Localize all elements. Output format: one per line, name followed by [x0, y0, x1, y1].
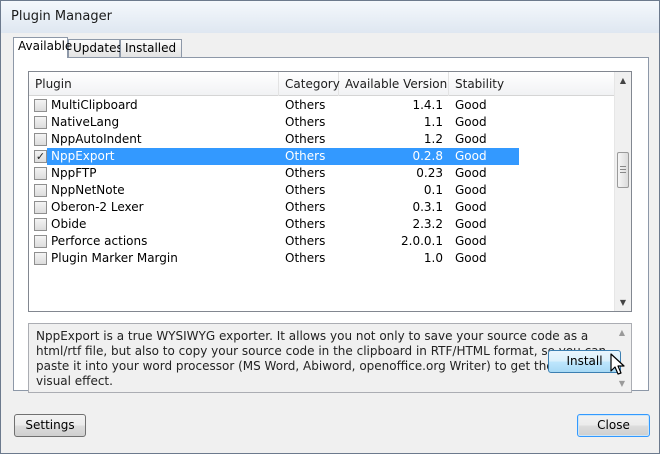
- plugin-stability-cell: Good: [455, 234, 487, 248]
- plugin-version-cell: 1.0: [423, 251, 443, 265]
- plugin-checkbox[interactable]: [34, 235, 47, 248]
- plugin-version-cell: 0.3.1: [412, 200, 443, 214]
- plugin-name-cell: NppFTP: [51, 166, 97, 180]
- plugin-version-cell: 1.1: [423, 115, 443, 129]
- title-bar[interactable]: Plugin Manager: [1, 1, 659, 33]
- plugin-rows: MultiClipboard Others 1.4.1 Good NativeLang O…: [29, 97, 619, 267]
- plugin-version-cell: 2.0.0.1: [401, 234, 443, 248]
- table-row[interactable]: ✓ NppExport Others 0.2.8 Good: [29, 148, 619, 165]
- table-row[interactable]: Perforce actions Others 2.0.0.1 Good: [29, 233, 619, 250]
- mouse-pointer-icon: [610, 353, 625, 375]
- plugin-name-cell: MultiClipboard: [51, 98, 138, 112]
- table-row[interactable]: NppFTP Others 0.23 Good: [29, 165, 619, 182]
- plugin-checkbox[interactable]: [34, 99, 47, 112]
- plugin-version-cell: 2.3.2: [412, 217, 443, 231]
- plugin-category-cell: Others: [285, 115, 326, 129]
- plugin-stability-cell: Good: [455, 183, 487, 197]
- plugin-category-cell: Others: [285, 234, 326, 248]
- plugin-name-cell: NppAutoIndent: [51, 132, 142, 146]
- table-row[interactable]: Oberon-2 Lexer Others 0.3.1 Good: [29, 199, 619, 216]
- scroll-up-arrow-icon[interactable]: ▲: [614, 324, 630, 341]
- available-tab-panel: Plugin Category Available Version Stabil…: [13, 57, 649, 393]
- window-title: Plugin Manager: [11, 9, 112, 24]
- tab-available[interactable]: Available: [13, 37, 72, 58]
- plugin-name-cell: Obide: [51, 217, 87, 231]
- plugin-checkbox[interactable]: [34, 167, 47, 180]
- plugin-version-cell: 1.4.1: [412, 98, 443, 112]
- row-selection-highlight: [47, 148, 519, 165]
- plugin-checkbox[interactable]: [34, 184, 47, 197]
- plugin-name-cell: Oberon-2 Lexer: [51, 200, 144, 214]
- plugin-category-cell: Others: [285, 132, 326, 146]
- column-header-category[interactable]: Category: [279, 72, 340, 96]
- table-row[interactable]: Plugin Marker Margin Others 1.0 Good: [29, 250, 619, 267]
- thumb-grip-line: [620, 169, 626, 170]
- plugin-checkbox[interactable]: [34, 201, 47, 214]
- column-header-available-version[interactable]: Available Version: [339, 72, 449, 96]
- table-row[interactable]: MultiClipboard Others 1.4.1 Good: [29, 97, 619, 114]
- plugin-version-cell: 0.2.8: [412, 149, 443, 163]
- plugin-checkbox[interactable]: [34, 133, 47, 146]
- plugin-stability-cell: Good: [455, 98, 487, 112]
- plugin-description-box[interactable]: NppExport is a true WYSIWYG exporter. It…: [28, 323, 632, 393]
- scrollbar-thumb[interactable]: [617, 152, 629, 188]
- column-header-plugin[interactable]: Plugin: [29, 72, 279, 96]
- column-header-stability[interactable]: Stability: [449, 72, 619, 96]
- list-header: Plugin Category Available Version Stabil…: [29, 72, 619, 96]
- table-row[interactable]: NppAutoIndent Others 1.2 Good: [29, 131, 619, 148]
- plugin-stability-cell: Good: [455, 115, 487, 129]
- tab-installed[interactable]: Installed: [120, 39, 182, 57]
- plugin-stability-cell: Good: [455, 217, 487, 231]
- plugin-manager-window: Plugin Manager Available Updates Install…: [0, 0, 660, 454]
- plugin-version-cell: 0.1: [423, 183, 443, 197]
- scroll-down-arrow-icon[interactable]: ▼: [615, 294, 631, 311]
- plugin-name-cell: Plugin Marker Margin: [51, 251, 178, 265]
- plugin-name-cell: NppNetNote: [51, 183, 125, 197]
- table-row[interactable]: Obide Others 2.3.2 Good: [29, 216, 619, 233]
- plugin-category-cell: Others: [285, 183, 326, 197]
- plugin-stability-cell: Good: [455, 251, 487, 265]
- plugin-category-cell: Others: [285, 251, 326, 265]
- plugin-checkbox[interactable]: [34, 218, 47, 231]
- scroll-up-arrow-icon[interactable]: ▲: [615, 72, 631, 89]
- thumb-grip-line: [620, 166, 626, 167]
- plugin-stability-cell: Good: [455, 132, 487, 146]
- plugin-description-text: NppExport is a true WYSIWYG exporter. It…: [36, 329, 607, 388]
- plugin-category-cell: Others: [285, 98, 326, 112]
- tab-updates[interactable]: Updates: [68, 39, 123, 57]
- plugin-category-cell: Others: [285, 217, 326, 231]
- plugin-version-cell: 0.23: [416, 166, 443, 180]
- settings-button[interactable]: Settings: [14, 414, 86, 437]
- plugin-stability-cell: Good: [455, 149, 487, 163]
- checkmark-icon: ✓: [35, 150, 46, 163]
- plugin-checkbox[interactable]: [34, 252, 47, 265]
- plugin-checkbox[interactable]: ✓: [34, 150, 47, 163]
- plugin-category-cell: Others: [285, 200, 326, 214]
- plugin-category-cell: Others: [285, 149, 326, 163]
- scroll-down-arrow-icon[interactable]: ▼: [614, 375, 630, 392]
- plugin-version-cell: 1.2: [423, 132, 443, 146]
- plugin-name-cell: NativeLang: [51, 115, 120, 129]
- plugin-category-cell: Others: [285, 166, 326, 180]
- plugin-stability-cell: Good: [455, 166, 487, 180]
- thumb-grip-line: [620, 172, 626, 173]
- plugin-name-cell: Perforce actions: [51, 234, 148, 248]
- plugin-list[interactable]: Plugin Category Available Version Stabil…: [28, 71, 632, 312]
- plugin-checkbox[interactable]: [34, 116, 47, 129]
- plugin-stability-cell: Good: [455, 200, 487, 214]
- plugin-name-cell: NppExport: [51, 149, 115, 163]
- close-button[interactable]: Close: [577, 414, 650, 437]
- plugin-list-scrollbar[interactable]: ▲ ▼: [614, 72, 631, 311]
- table-row[interactable]: NativeLang Others 1.1 Good: [29, 114, 619, 131]
- table-row[interactable]: NppNetNote Others 0.1 Good: [29, 182, 619, 199]
